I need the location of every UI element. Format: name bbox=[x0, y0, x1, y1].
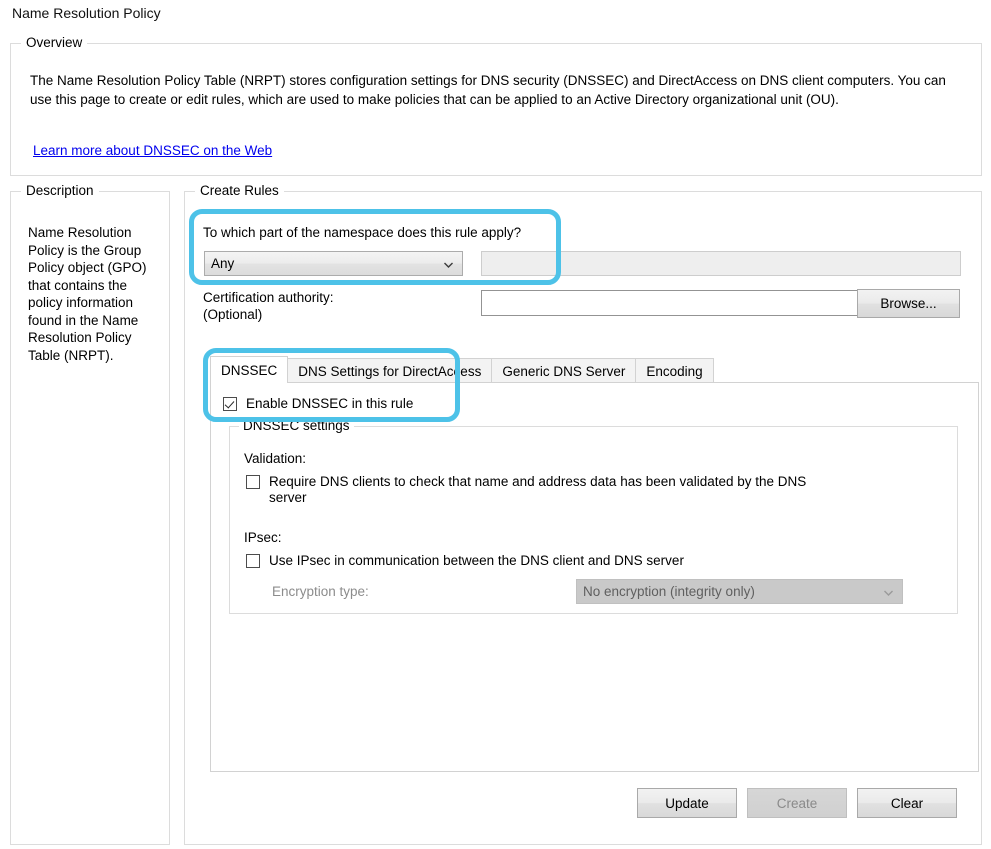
page-title: Name Resolution Policy bbox=[12, 5, 161, 21]
tab-dns-settings-for-directaccess[interactable]: DNS Settings for DirectAccess bbox=[287, 358, 493, 383]
create-rules-group-legend: Create Rules bbox=[195, 183, 284, 198]
create-rules-group: Create Rules To which part of the namesp… bbox=[184, 183, 982, 845]
namespace-part-select-value: Any bbox=[211, 256, 235, 271]
certification-authority-input[interactable] bbox=[481, 290, 861, 316]
enable-dnssec-checkbox[interactable] bbox=[223, 397, 237, 411]
overview-body-text: The Name Resolution Policy Table (NRPT) … bbox=[30, 73, 946, 107]
dnssec-settings-group-legend: DNSSEC settings bbox=[239, 418, 354, 433]
use-ipsec-checkbox-row[interactable]: Use IPsec in communication between the D… bbox=[246, 553, 846, 569]
dnssec-settings-group: DNSSEC settings Validation: Require DNS … bbox=[229, 418, 958, 614]
namespace-question-label: To which part of the namespace does this… bbox=[203, 225, 522, 240]
encryption-type-label: Encryption type: bbox=[272, 584, 369, 599]
require-validation-checkbox-row[interactable]: Require DNS clients to check that name a… bbox=[246, 474, 846, 506]
browse-button[interactable]: Browse... bbox=[857, 289, 960, 318]
encryption-type-select[interactable]: No encryption (integrity only) bbox=[576, 579, 903, 604]
use-ipsec-label: Use IPsec in communication between the D… bbox=[269, 553, 684, 568]
update-button[interactable]: Update bbox=[637, 788, 737, 818]
require-validation-checkbox[interactable] bbox=[246, 475, 260, 489]
enable-dnssec-label: Enable DNSSEC in this rule bbox=[246, 396, 414, 411]
description-group: Description Name Resolution Policy is th… bbox=[10, 183, 170, 845]
chevron-down-icon bbox=[443, 258, 454, 269]
tab-dnssec[interactable]: DNSSEC bbox=[210, 356, 289, 383]
require-validation-label: Require DNS clients to check that name a… bbox=[269, 474, 807, 505]
use-ipsec-checkbox[interactable] bbox=[246, 554, 260, 568]
dnssec-tab-panel: Enable DNSSEC in this rule DNSSEC settin… bbox=[210, 382, 979, 772]
tab-encoding[interactable]: Encoding bbox=[635, 358, 714, 383]
description-group-legend: Description bbox=[21, 183, 99, 198]
certification-authority-label-line1: Certification authority: bbox=[203, 290, 334, 305]
encryption-type-select-value: No encryption (integrity only) bbox=[583, 584, 755, 599]
certification-authority-label: Certification authority: (Optional) bbox=[203, 289, 334, 323]
overview-group-legend: Overview bbox=[21, 35, 88, 50]
create-button: Create bbox=[747, 788, 847, 818]
certification-authority-label-line2: (Optional) bbox=[203, 307, 263, 322]
rule-settings-tabstrip: DNSSEC DNS Settings for DirectAccess Gen… bbox=[210, 356, 714, 383]
tab-generic-dns-server[interactable]: Generic DNS Server bbox=[491, 358, 637, 383]
description-body-text: Name Resolution Policy is the Group Poli… bbox=[28, 225, 147, 363]
chevron-down-icon bbox=[883, 586, 894, 597]
learn-more-dnssec-link[interactable]: Learn more about DNSSEC on the Web bbox=[33, 143, 272, 158]
namespace-part-select[interactable]: Any bbox=[204, 251, 463, 276]
overview-group: Overview The Name Resolution Policy Tabl… bbox=[10, 35, 982, 176]
ipsec-label: IPsec: bbox=[244, 530, 282, 545]
enable-dnssec-checkbox-row[interactable]: Enable DNSSEC in this rule bbox=[223, 396, 413, 412]
validation-label: Validation: bbox=[244, 451, 307, 466]
namespace-value-input[interactable] bbox=[481, 251, 961, 276]
clear-button[interactable]: Clear bbox=[857, 788, 957, 818]
